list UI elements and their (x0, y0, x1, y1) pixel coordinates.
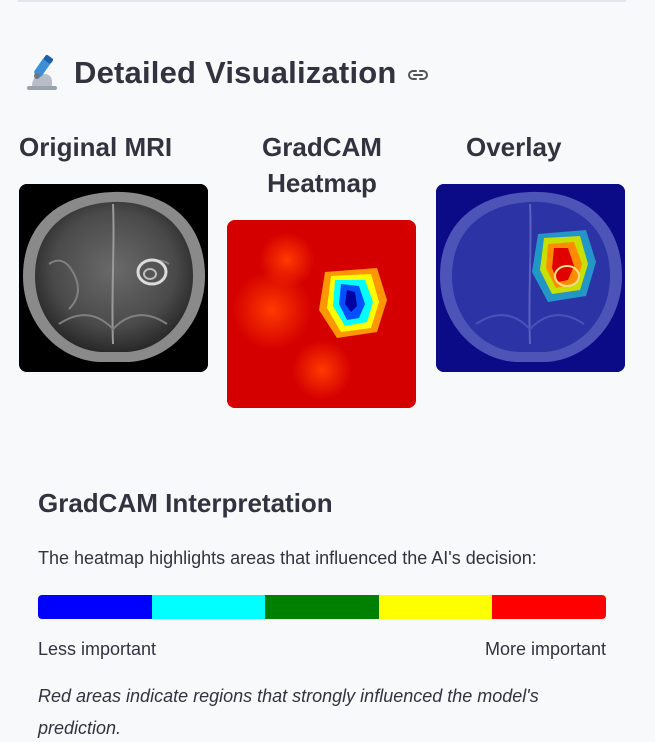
top-divider (18, 0, 626, 2)
importance-color-scale (38, 595, 606, 619)
scale-segment-cyan (151, 595, 266, 619)
panel-title-overlay: Overlay (466, 132, 562, 162)
overlay-image (436, 184, 625, 372)
gradcam-heatmap-image (227, 220, 416, 408)
scale-segment-blue (38, 595, 152, 619)
scale-low-label: Less important (38, 639, 157, 659)
scale-segment-green (265, 595, 379, 619)
page-title: Detailed Visualization (74, 55, 397, 90)
interpretation-description: The heatmap highlights areas that influe… (38, 548, 537, 568)
panel-title-original: Original MRI (19, 132, 173, 162)
section-header: Detailed Visualization (24, 52, 429, 94)
panel-title-heatmap: GradCAM Heatmap (262, 132, 382, 198)
interpretation-note: Red areas indicate regions that strongly… (38, 686, 539, 738)
microscope-icon (27, 55, 57, 90)
scale-segment-red (492, 595, 606, 619)
scale-segment-yellow (378, 595, 493, 619)
scale-high-label: More important (484, 639, 606, 659)
original-mri-image (19, 184, 208, 372)
link-icon[interactable] (407, 68, 429, 82)
interpretation-title: GradCAM Interpretation (38, 488, 333, 518)
